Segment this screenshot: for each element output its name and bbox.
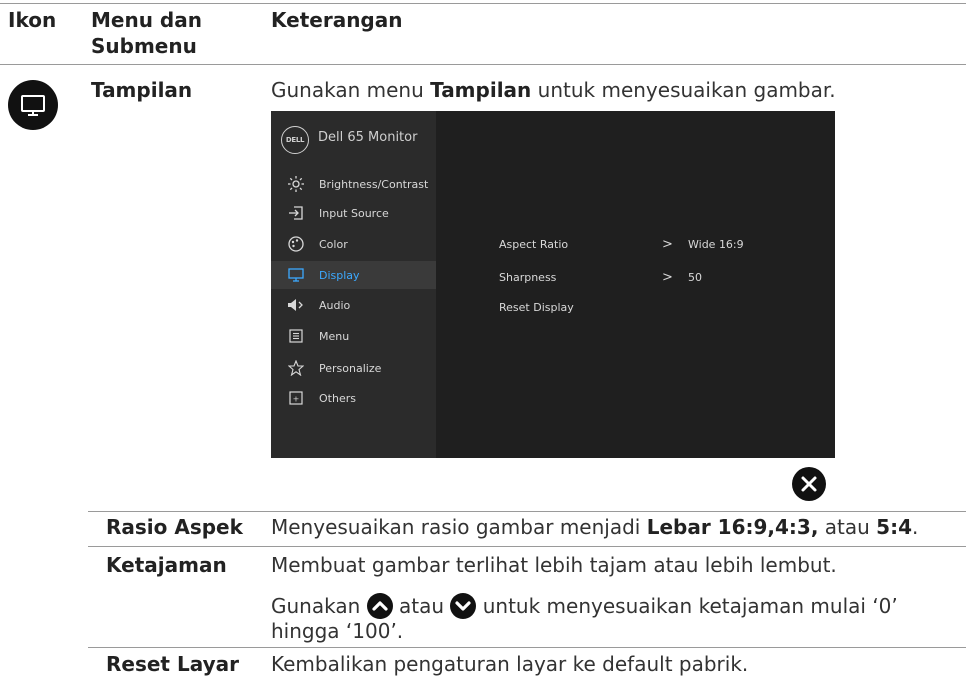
row-rule-aspect-top bbox=[88, 511, 966, 512]
osd-setting-aspect-ratio-arrow: > bbox=[662, 237, 673, 252]
input-source-icon bbox=[285, 206, 307, 220]
osd-setting-aspect-ratio-label[interactable]: Aspect Ratio bbox=[499, 238, 568, 251]
speaker-icon bbox=[285, 298, 307, 312]
sharpness-name: Ketajaman bbox=[106, 553, 227, 577]
osd-item-label: Menu bbox=[319, 329, 350, 343]
header-rule bbox=[0, 64, 966, 65]
osd-setting-aspect-ratio-value: Wide 16:9 bbox=[688, 238, 744, 251]
osd-item-input-source[interactable]: Input Source bbox=[271, 199, 436, 227]
osd-setting-reset-display-label[interactable]: Reset Display bbox=[499, 301, 574, 314]
osd-setting-sharpness-label[interactable]: Sharpness bbox=[499, 271, 556, 284]
header-icon-col: Ikon bbox=[8, 8, 57, 32]
dell-logo: DELL bbox=[281, 126, 309, 154]
osd-item-label: Audio bbox=[319, 298, 351, 312]
header-desc-col: Keterangan bbox=[271, 8, 403, 32]
row-rule-reset-top bbox=[88, 647, 966, 648]
sharpness-desc-range: hingga ‘100’. bbox=[271, 619, 404, 643]
svg-text:+: + bbox=[293, 395, 300, 404]
top-rule bbox=[0, 3, 966, 4]
reset-layar-name: Reset Layar bbox=[106, 652, 239, 676]
header-menu-col-line1: Menu dan bbox=[91, 8, 202, 32]
osd-item-menu[interactable]: Menu bbox=[271, 322, 436, 350]
up-arrow-icon bbox=[366, 593, 393, 619]
osd-item-label: Input Source bbox=[319, 206, 389, 220]
tampilan-title: Tampilan bbox=[91, 78, 193, 102]
osd-item-display[interactable]: Display bbox=[271, 261, 436, 289]
osd-screenshot: DELL Dell 65 Monitor Brightness/Contrast… bbox=[271, 111, 835, 458]
osd-setting-sharpness-arrow: > bbox=[662, 270, 673, 285]
aspect-ratio-desc: Menyesuaikan rasio gambar menjadi Lebar … bbox=[271, 515, 919, 539]
aspect-ratio-name: Rasio Aspek bbox=[106, 515, 243, 539]
header-menu-col-line2: Submenu bbox=[91, 34, 197, 58]
osd-setting-sharpness-value: 50 bbox=[688, 271, 702, 284]
osd-item-label: Others bbox=[319, 391, 356, 405]
osd-sidebar: DELL Dell 65 Monitor Brightness/Contrast… bbox=[271, 111, 436, 458]
osd-item-label: Display bbox=[319, 268, 360, 282]
osd-item-brightness[interactable]: Brightness/Contrast bbox=[271, 170, 436, 198]
row-rule-sharpness-top bbox=[88, 546, 966, 547]
osd-item-others[interactable]: + Others bbox=[271, 384, 436, 412]
menu-list-icon bbox=[285, 329, 307, 343]
osd-item-audio[interactable]: Audio bbox=[271, 291, 436, 319]
reset-layar-desc: Kembalikan pengaturan layar ke default p… bbox=[271, 652, 749, 676]
color-palette-icon bbox=[285, 236, 307, 252]
tampilan-desc: Gunakan menu Tampilan untuk menyesuaikan… bbox=[271, 78, 836, 102]
display-icon bbox=[285, 268, 307, 282]
osd-item-label: Personalize bbox=[319, 361, 382, 375]
osd-item-color[interactable]: Color bbox=[271, 230, 436, 258]
osd-item-label: Color bbox=[319, 237, 348, 251]
osd-brand: Dell 65 Monitor bbox=[318, 130, 418, 145]
sharpness-desc: Membuat gambar terlihat lebih tajam atau… bbox=[271, 553, 837, 577]
close-icon bbox=[792, 467, 826, 501]
sharpness-desc-controls: Gunakan atau untuk menyesuaikan ketajama… bbox=[271, 593, 898, 619]
brightness-icon bbox=[285, 176, 307, 192]
osd-item-label: Brightness/Contrast bbox=[319, 177, 429, 191]
display-icon bbox=[8, 80, 58, 130]
osd-item-personalize[interactable]: Personalize bbox=[271, 354, 436, 382]
down-arrow-icon bbox=[450, 593, 477, 619]
star-icon bbox=[285, 360, 307, 376]
others-icon: + bbox=[285, 391, 307, 405]
